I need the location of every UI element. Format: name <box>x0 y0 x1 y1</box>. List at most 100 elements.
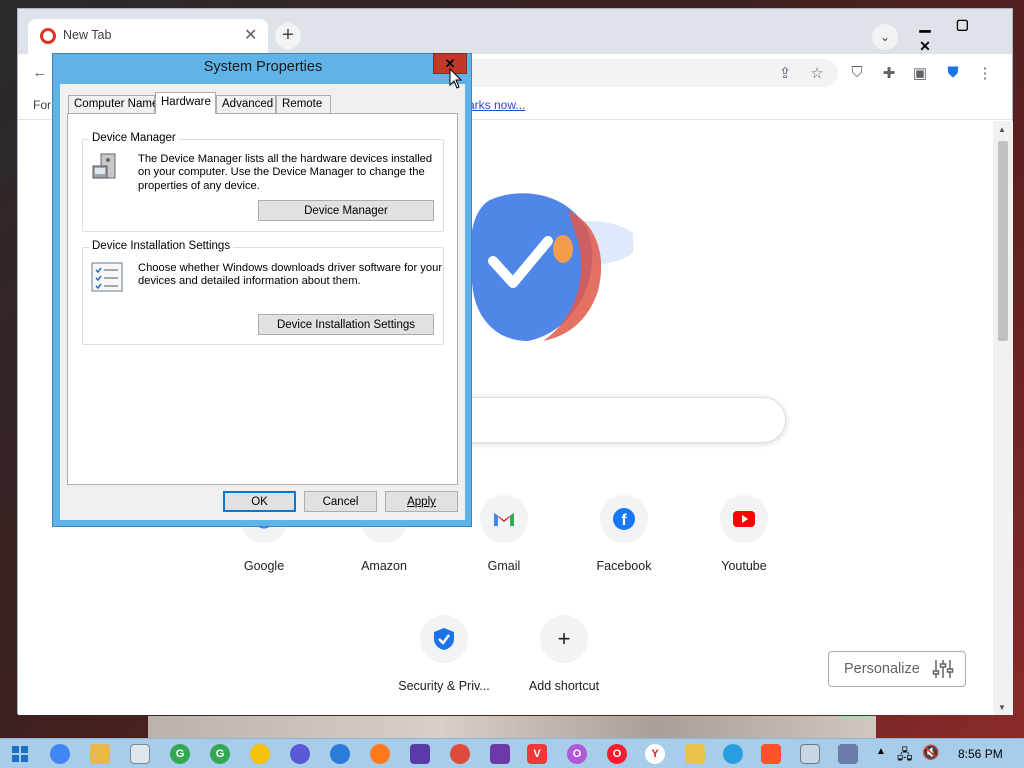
description-line: properties of any device. <box>138 179 260 192</box>
tab-advanced[interactable]: Advanced <box>216 95 276 113</box>
shortcut-facebook[interactable]: f Facebook <box>569 495 679 573</box>
tab-hardware[interactable]: Hardware <box>155 92 216 114</box>
shortcut-label: Google <box>243 559 285 573</box>
device-installation-description: Choose whether Windows downloads driver … <box>138 262 442 289</box>
bookmarks-bar-text: For <box>33 98 51 112</box>
shortcut-label: Gmail <box>487 559 521 573</box>
brave-nightly-taskbar-icon[interactable] <box>490 744 510 764</box>
menu-kebab-icon[interactable]: ⋮ <box>975 64 995 82</box>
hardware-tab-panel: Device Manager The Device Manager lists … <box>67 113 458 485</box>
side-panel-icon[interactable]: ▣ <box>910 64 930 82</box>
youtube-icon <box>720 495 768 543</box>
scroll-down-arrow-icon[interactable]: ▼ <box>998 703 1006 712</box>
tab-search-button[interactable]: ⌄ <box>872 24 898 50</box>
dialog-client-area: Computer Name Hardware Advanced Remote D… <box>60 84 465 520</box>
personalize-button[interactable]: Personalize <box>828 651 966 687</box>
file-explorer-taskbar-icon[interactable] <box>90 744 110 764</box>
canary-taskbar-icon[interactable] <box>250 744 270 764</box>
shortcut-label: Amazon <box>361 559 407 573</box>
shortcut-youtube[interactable]: Youtube <box>689 495 799 573</box>
personalize-label: Personalize <box>844 661 920 677</box>
maximize-button[interactable]: ▢ <box>945 13 979 35</box>
back-arrow-icon[interactable]: ← <box>30 64 50 81</box>
device-manager-icon <box>92 153 116 179</box>
mouse-cursor-icon <box>449 68 463 89</box>
desktop-wallpaper-strip <box>148 716 876 738</box>
shield-check-icon <box>420 615 468 663</box>
dialog-title: System Properties <box>203 59 323 75</box>
description-line: on your computer. Use the Device Manager… <box>138 166 425 179</box>
shortcut-label: Facebook <box>596 559 652 573</box>
tab-strip: New Tab ✕ + ⌄ ▁ ▢ ✕ <box>18 9 1012 54</box>
taskbar: G G V O O Y ▲ 🖧 🔇 8:56 PM <box>0 738 1024 768</box>
network-icon[interactable]: 🖧 <box>897 744 913 768</box>
shortcut-security-privacy[interactable]: Security & Priv... <box>389 615 499 693</box>
chrome-profile-taskbar-icon[interactable]: G <box>170 744 190 764</box>
system-properties-dialog: System Properties ✕ Computer Name Hardwa… <box>52 53 472 527</box>
opera-gx-taskbar-icon[interactable]: O <box>567 744 587 764</box>
windows-start-icon[interactable] <box>10 744 30 764</box>
edge-taskbar-icon[interactable] <box>723 744 743 764</box>
system-properties-taskbar-icon[interactable] <box>800 744 820 764</box>
brave-taskbar-icon[interactable] <box>761 744 781 764</box>
tab-computer-name[interactable]: Computer Name <box>68 95 158 113</box>
opera-red-taskbar-icon[interactable]: O <box>607 744 627 764</box>
import-bookmarks-link[interactable]: arks now... <box>468 98 525 112</box>
device-manager-description: The Device Manager lists all the hardwar… <box>138 153 432 193</box>
window-controls: ▁ ▢ ✕ <box>908 13 1012 54</box>
apply-button[interactable]: Apply <box>385 491 458 512</box>
cancel-button[interactable]: Cancel <box>304 491 377 512</box>
facebook-icon: f <box>600 495 648 543</box>
device-manager-button[interactable]: Device Manager <box>258 200 434 221</box>
yandex-taskbar-icon[interactable]: Y <box>645 744 665 764</box>
taskbar-clock[interactable]: 8:56 PM <box>958 747 1003 761</box>
description-line: The Device Manager lists all the hardwar… <box>138 153 433 165</box>
checklist-icon <box>91 262 123 292</box>
device-installation-group: Device Installation Settings Choose whet… <box>82 240 444 345</box>
shortcut-label: Add shortcut <box>528 679 600 693</box>
chrome-beta-taskbar-icon[interactable]: G <box>210 744 230 764</box>
svg-text:f: f <box>621 512 627 529</box>
device-installation-legend: Device Installation Settings <box>89 240 234 252</box>
bookmark-star-icon[interactable]: ☆ <box>807 64 827 82</box>
tab-close-icon[interactable]: ✕ <box>244 25 257 45</box>
new-tab-button[interactable]: + <box>275 23 301 49</box>
description-line: Choose whether Windows downloads driver … <box>138 262 443 274</box>
shortcut-label: Security & Priv... <box>398 679 490 693</box>
shield-extension-icon[interactable]: ⛊ <box>943 64 963 81</box>
opera-taskbar-icon[interactable] <box>450 744 470 764</box>
gmail-icon <box>480 495 528 543</box>
scroll-up-arrow-icon[interactable]: ▲ <box>998 125 1006 134</box>
share-icon[interactable]: ⇪ <box>775 64 795 82</box>
tab-title: New Tab <box>63 28 112 42</box>
tab-remote[interactable]: Remote <box>276 95 331 113</box>
brave-beta-taskbar-icon[interactable] <box>410 744 430 764</box>
firefox-dev-taskbar-icon[interactable] <box>330 744 350 764</box>
notepad-taskbar-icon[interactable] <box>130 744 150 764</box>
firefox-taskbar-icon[interactable] <box>370 744 390 764</box>
folder-taskbar-icon[interactable] <box>685 744 705 764</box>
extensions-puzzle-icon[interactable]: ✚ <box>879 64 899 82</box>
privacy-badger-icon[interactable]: ⛉ <box>847 64 867 81</box>
control-panel-taskbar-icon[interactable] <box>838 744 858 764</box>
sliders-icon <box>932 660 954 678</box>
page-scrollbar[interactable]: ▲ ▼ <box>993 121 1013 715</box>
description-line: devices and detailed information about t… <box>138 275 361 288</box>
ok-button[interactable]: OK <box>223 491 296 512</box>
device-manager-group: Device Manager The Device Manager lists … <box>82 132 444 232</box>
device-manager-legend: Device Manager <box>89 132 179 144</box>
plus-icon: + <box>540 615 588 663</box>
show-hidden-icons-chevron-icon[interactable]: ▲ <box>876 746 886 757</box>
volume-muted-icon[interactable]: 🔇 <box>922 744 939 761</box>
minimize-button[interactable]: ▁ <box>908 13 942 35</box>
scroll-thumb[interactable] <box>998 141 1008 341</box>
firefox-nightly-taskbar-icon[interactable] <box>290 744 310 764</box>
device-installation-settings-button[interactable]: Device Installation Settings <box>258 314 434 335</box>
hero-shield-illustration <box>470 193 633 341</box>
opera-favicon-icon <box>40 28 56 44</box>
vivaldi-taskbar-icon[interactable]: V <box>527 744 547 764</box>
shortcut-label: Youtube <box>721 559 767 573</box>
shortcut-add[interactable]: + Add shortcut <box>509 615 619 693</box>
chrome-taskbar-icon[interactable] <box>50 744 70 764</box>
tab-new-tab[interactable]: New Tab ✕ <box>28 19 268 54</box>
